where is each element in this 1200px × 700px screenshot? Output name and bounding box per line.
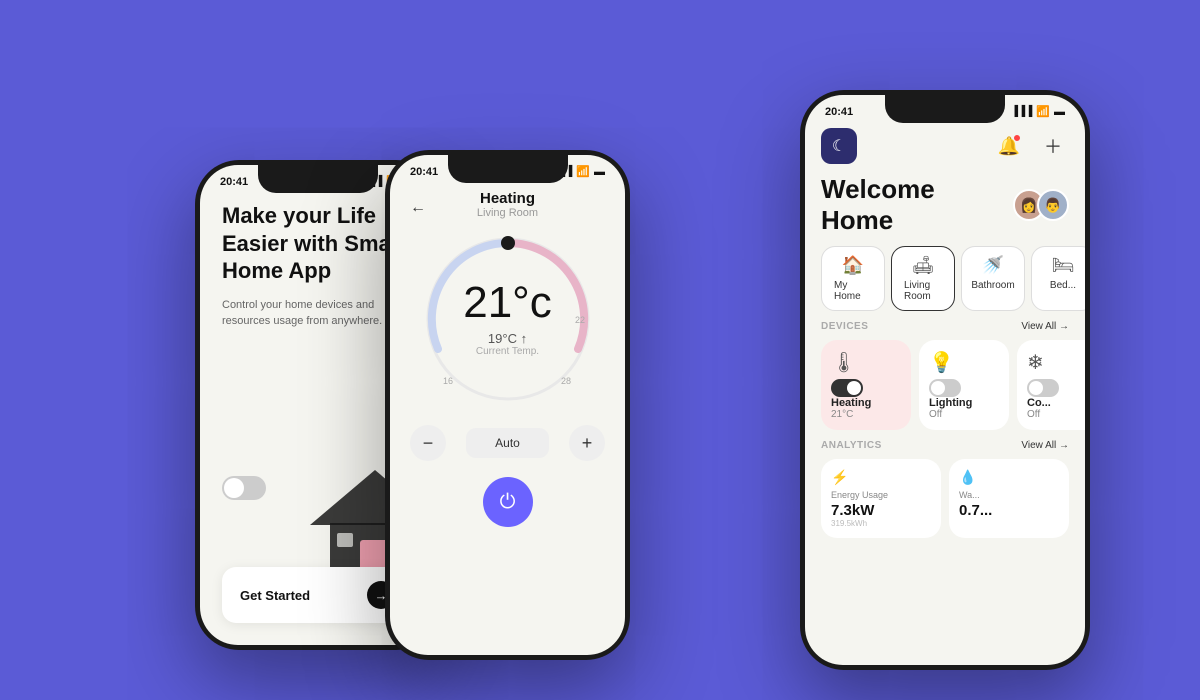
welcome-section: Welcome Home 👩 👨 xyxy=(805,170,1085,246)
room-tabs: 🏠 My Home 🛋 Living Room 🚿 Bathroom 🛏 Bed… xyxy=(805,246,1085,321)
other-device-icon: ❄ xyxy=(1027,350,1085,375)
battery-icon-p2: ▬ xyxy=(594,166,605,178)
phones-container: 20:41 ▐▐▐ 📶 ▬ Make your Life Easier with… xyxy=(0,0,1200,700)
heating-device-name: Heating xyxy=(831,397,901,409)
mode-controls: − Auto + xyxy=(390,425,625,461)
energy-icon: ⚡ xyxy=(831,469,931,486)
lighting-toggle-knob xyxy=(931,381,945,395)
other-toggle-knob xyxy=(1029,381,1043,395)
temperature-value: 21°c xyxy=(463,281,552,325)
bathroom-icon: 🚿 xyxy=(982,255,1004,276)
analytics-row: ⚡ Energy Usage 7.3kW 319.5kWh 💧 Wa... 0.… xyxy=(805,459,1085,538)
analytics-water: 💧 Wa... 0.7... xyxy=(949,459,1069,538)
devices-section-header: DEVICES View All → xyxy=(805,321,1085,340)
devices-row: 🌡 Heating 21°C 💡 xyxy=(805,340,1085,440)
energy-value: 7.3kW xyxy=(831,502,931,519)
svg-text:16: 16 xyxy=(442,376,452,386)
increase-button[interactable]: + xyxy=(569,425,605,461)
notch-phone3 xyxy=(885,95,1005,123)
devices-label: DEVICES xyxy=(821,321,868,332)
heating-device-icon: 🌡 xyxy=(831,350,901,375)
welcome-heading: Welcome Home xyxy=(821,174,1013,236)
heating-title: Heating xyxy=(480,190,535,207)
toggle-knob-phone1 xyxy=(224,478,244,498)
analytics-energy: ⚡ Energy Usage 7.3kW 319.5kWh xyxy=(821,459,941,538)
wifi-icon-p3: 📶 xyxy=(1036,105,1050,118)
water-value: 0.7... xyxy=(959,502,1059,519)
other-toggle[interactable] xyxy=(1027,379,1059,397)
decrease-button[interactable]: − xyxy=(410,425,446,461)
lighting-device-name: Lighting xyxy=(929,397,999,409)
notch-phone1 xyxy=(258,165,378,193)
phone-heating: 20:41 ▐▐▐ 📶 ▬ ← Heating Living Room xyxy=(385,150,630,660)
svg-text:28: 28 xyxy=(560,376,570,386)
lighting-toggle[interactable] xyxy=(929,379,961,397)
tab-bedroom[interactable]: 🛏 Bed... xyxy=(1031,246,1085,311)
top-bar-right: 🔔 ＋ xyxy=(993,130,1069,162)
mode-selector[interactable]: Auto xyxy=(466,428,549,458)
heating-header: ← Heating Living Room xyxy=(390,182,625,219)
back-button[interactable]: ← xyxy=(404,194,432,222)
current-temp-label: Current Temp. xyxy=(463,346,552,357)
toggle-phone1[interactable] xyxy=(222,476,266,500)
app-icon[interactable]: ☾ xyxy=(821,128,857,164)
water-label: Wa... xyxy=(959,490,1059,500)
phone-dashboard: 20:41 ▐▐▐ 📶 ▬ ☾ 🔔 ＋ xyxy=(800,90,1090,670)
other-device-name: Co... xyxy=(1027,397,1085,409)
devices-view-all[interactable]: View All → xyxy=(1021,321,1069,332)
tab-my-home[interactable]: 🏠 My Home xyxy=(821,246,885,311)
analytics-view-all[interactable]: View All → xyxy=(1021,440,1069,451)
time-phone2: 20:41 xyxy=(410,166,438,178)
tab-bathroom[interactable]: 🚿 Bathroom xyxy=(961,246,1025,311)
other-device-value: Off xyxy=(1027,409,1085,420)
notch-phone2 xyxy=(448,155,568,183)
lighting-device-value: Off xyxy=(929,409,999,420)
my-home-label: My Home xyxy=(834,280,872,302)
avatar-2: 👨 xyxy=(1037,189,1069,221)
app-top-bar: ☾ 🔔 ＋ xyxy=(805,122,1085,170)
wifi-icon-p2: 📶 xyxy=(576,165,590,178)
status-icons-phone3: ▐▐▐ 📶 ▬ xyxy=(1011,105,1065,118)
get-started-label: Get Started xyxy=(240,588,310,603)
device-card-other[interactable]: ❄ Co... Off xyxy=(1017,340,1085,430)
my-home-icon: 🏠 xyxy=(842,255,864,276)
heating-toggle[interactable] xyxy=(831,379,863,397)
signal-icon-p3: ▐▐▐ xyxy=(1011,106,1032,117)
thermostat-dial: 22 28 16 21°c 19°C ↑ Current Temp. xyxy=(418,229,598,409)
living-room-label: Living Room xyxy=(904,280,942,302)
bathroom-label: Bathroom xyxy=(971,280,1014,291)
battery-icon-p3: ▬ xyxy=(1054,106,1065,118)
energy-label: Energy Usage xyxy=(831,490,931,500)
svg-text:22: 22 xyxy=(574,315,584,325)
device-card-lighting[interactable]: 💡 Lighting Off xyxy=(919,340,1009,430)
time-phone3: 20:41 xyxy=(825,106,853,118)
tab-living-room[interactable]: 🛋 Living Room xyxy=(891,246,955,311)
current-temp-value: 19°C ↑ xyxy=(463,331,552,346)
power-button[interactable]: ⏻ xyxy=(483,477,533,527)
bedroom-label: Bed... xyxy=(1050,280,1076,291)
water-icon: 💧 xyxy=(959,469,1059,486)
heating-subtitle: Living Room xyxy=(477,207,538,219)
user-avatars: 👩 👨 xyxy=(1013,189,1069,221)
add-button[interactable]: ＋ xyxy=(1037,130,1069,162)
energy-sub: 319.5kWh xyxy=(831,519,931,528)
notification-dot xyxy=(1013,134,1021,142)
device-card-heating[interactable]: 🌡 Heating 21°C xyxy=(821,340,911,430)
heating-device-value: 21°C xyxy=(831,409,901,420)
bedroom-icon: 🛏 xyxy=(1052,255,1075,276)
living-room-icon: 🛋 xyxy=(912,255,935,276)
lighting-device-icon: 💡 xyxy=(929,350,999,375)
temperature-display: 21°c 19°C ↑ Current Temp. xyxy=(463,281,552,357)
time-phone1: 20:41 xyxy=(220,176,248,188)
notification-button[interactable]: 🔔 xyxy=(993,130,1025,162)
heating-toggle-knob xyxy=(847,381,861,395)
analytics-label: ANALYTICS xyxy=(821,440,882,451)
analytics-section-header: ANALYTICS View All → xyxy=(805,440,1085,459)
thermostat-container: 22 28 16 21°c 19°C ↑ Current Temp. − Aut… xyxy=(390,219,625,527)
